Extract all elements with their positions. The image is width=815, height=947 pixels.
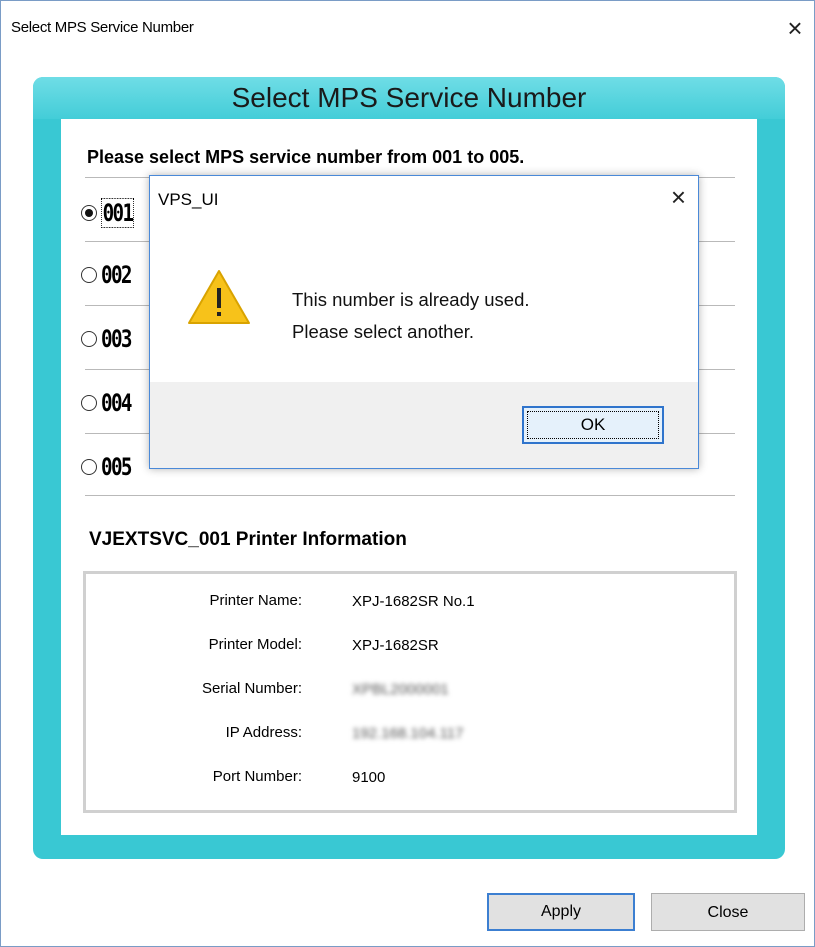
dialog-message: This number is already used. Please sele…	[292, 284, 530, 348]
info-label: Port Number:	[212, 768, 302, 785]
radio-label: 001	[101, 198, 134, 228]
radio-button[interactable]	[81, 331, 97, 347]
focus-rect	[527, 411, 659, 439]
info-value: 9100	[352, 769, 386, 786]
radio-button[interactable]	[81, 395, 97, 411]
radio-button[interactable]	[81, 267, 97, 283]
info-value: XPJ-1682SR	[352, 637, 439, 654]
info-row-printer-name: Printer Name: XPJ-1682SR No.1	[86, 592, 734, 616]
info-label: Printer Model:	[208, 636, 302, 653]
info-label: IP Address:	[225, 724, 302, 741]
info-row-ip-address: IP Address: 192.168.104.117	[86, 724, 734, 748]
info-row-printer-model: Printer Model: XPJ-1682SR	[86, 636, 734, 660]
info-row-port-number: Port Number: 9100	[86, 768, 734, 792]
info-label: Serial Number:	[201, 680, 302, 697]
close-icon[interactable]: ×	[780, 15, 810, 45]
main-window: Select MPS Service Number × Select MPS S…	[0, 0, 815, 947]
warning-dialog: VPS_UI × This number is already used. Pl…	[149, 175, 699, 469]
apply-button[interactable]: Apply	[487, 893, 635, 931]
selection-prompt: Please select MPS service number from 00…	[87, 147, 525, 167]
radio-label: 005	[101, 453, 133, 481]
divider	[85, 495, 735, 496]
warning-icon	[186, 268, 252, 331]
dialog-title: VPS_UI	[158, 190, 219, 209]
title-bar: Select MPS Service Number ×	[1, 1, 814, 41]
radio-label: 002	[101, 261, 133, 289]
ok-button[interactable]: OK	[522, 406, 664, 444]
radio-button[interactable]	[81, 459, 97, 475]
info-value: XPJ-1682SR No.1	[352, 593, 475, 610]
info-value-redacted: 192.168.104.117	[352, 725, 464, 742]
radio-label: 004	[101, 389, 133, 417]
dialog-message-line2: Please select another.	[292, 321, 475, 342]
info-label: Printer Name:	[209, 592, 302, 609]
radio-button[interactable]	[81, 205, 97, 221]
close-button[interactable]: Close	[651, 893, 805, 931]
printer-info-box: Printer Name: XPJ-1682SR No.1 Printer Mo…	[83, 571, 737, 813]
window-title: Select MPS Service Number	[11, 19, 194, 36]
printer-info-heading: VJEXTSVC_001 Printer Information	[89, 529, 407, 550]
dialog-close-icon[interactable]: ×	[671, 184, 686, 210]
info-value-redacted: XPBL2000001	[352, 681, 449, 698]
radio-label: 003	[101, 325, 133, 353]
info-row-serial-number: Serial Number: XPBL2000001	[86, 680, 734, 704]
panel-title: Select MPS Service Number	[231, 82, 587, 113]
dialog-message-line1: This number is already used.	[292, 289, 530, 310]
